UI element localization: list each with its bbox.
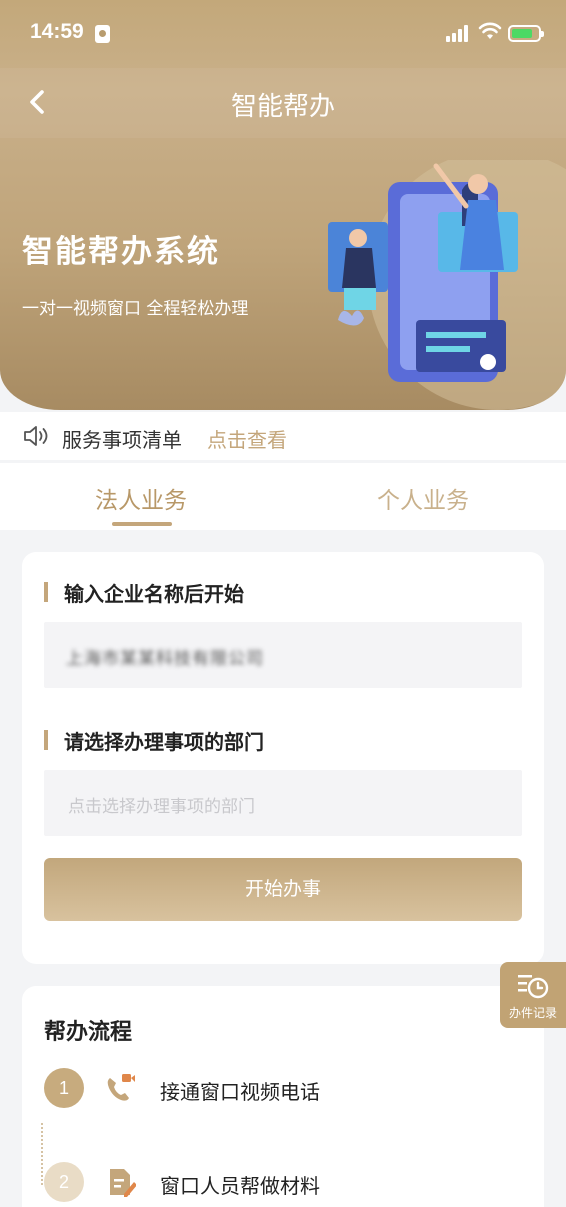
status-time: 14:59 [30,20,84,43]
document-edit-icon [110,1169,136,1197]
company-name-value: 上海市某某科技有限公司 [66,649,264,669]
wifi-icon [478,22,502,39]
step-label: 窗口人员帮做材料 [160,1174,320,1198]
sim-card-icon [95,25,110,43]
company-name-input[interactable]: 上海市某某科技有限公司 [44,622,522,688]
page-title: 智能帮办 [230,92,335,122]
step-connector [41,1123,43,1185]
step-number: 2 [44,1162,84,1202]
company-field-label: 输入企业名称后开始 [44,578,244,607]
banner-subtitle: 一对一视频窗口 全程轻松办理 [22,299,249,319]
nav-bar: 智能帮办 [0,68,566,138]
business-tabs: 法人业务 个人业务 [0,463,566,530]
battery-icon [508,25,544,42]
status-bar: 14:59 [0,0,566,68]
notice-text: 服务事项清单 [62,428,182,452]
speaker-icon [24,426,48,446]
tab-legal-business[interactable]: 法人业务 [41,481,241,515]
banner-title: 智能帮办系统 [22,234,220,270]
process-card: 帮办流程 1 接通窗口视频电话 2 窗口人员帮做材料 [22,986,544,1207]
video-call-icon [107,1074,135,1101]
tab-active-indicator [112,522,172,526]
tab-personal-business[interactable]: 个人业务 [323,481,523,515]
department-field-label: 请选择办理事项的部门 [44,726,264,755]
process-step: 2 窗口人员帮做材料 [44,1162,522,1204]
record-button[interactable]: 办件记录 [500,962,566,1028]
step-label: 接通窗口视频电话 [160,1080,320,1104]
start-button[interactable]: 开始办事 [44,858,522,921]
process-step: 1 接通窗口视频电话 [44,1068,522,1110]
start-form-card: 输入企业名称后开始 上海市某某科技有限公司 请选择办理事项的部门 点击选择办理事… [22,552,544,964]
department-placeholder: 点击选择办理事项的部门 [68,797,255,817]
department-select[interactable]: 点击选择办理事项的部门 [44,770,522,836]
history-clock-icon [518,975,549,999]
view-list-link[interactable]: 点击查看 [207,424,287,453]
process-title: 帮办流程 [44,1020,133,1045]
header-banner: 14:59 智能帮办 智能帮办系统 一对一视频窗口 全程轻松办理 [0,0,566,410]
record-label: 办件记录 [508,1006,557,1020]
notice-bar: 服务事项清单 点击查看 [0,412,566,460]
step-number: 1 [44,1068,84,1108]
video-service-illustration [328,160,566,410]
signal-icon [446,25,472,42]
